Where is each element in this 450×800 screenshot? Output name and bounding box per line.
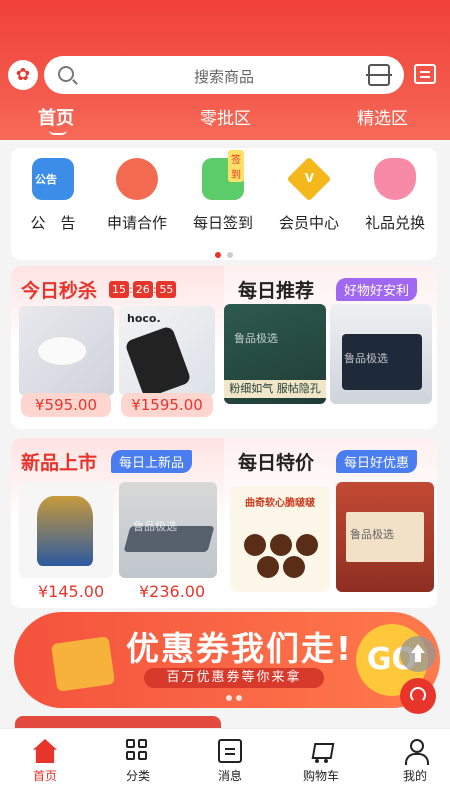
timer-minutes: 26 [132,281,153,298]
shortcut-card: 公告 公 告 申请合作 签到 每日签到 V 会员中心 礼品兑换 [11,148,437,260]
notice-icon: 公告 [32,158,74,200]
search-input[interactable]: 搜索商品 [44,66,404,87]
product-tableware-image[interactable] [19,306,114,396]
promo-block-flash: 今日秒杀 15:26:55 hoco. ¥595.00 ¥1595.00 每日推… [11,266,437,429]
scan-icon[interactable] [366,64,392,86]
customer-service-icon[interactable] [400,678,436,714]
shortcut-label: 公 告 [30,214,76,232]
shortcut-checkin[interactable]: 签到 每日签到 [181,150,265,233]
cart-icon [309,739,333,763]
product-watermark: 鲁品极选 [344,352,388,365]
product-artset-image[interactable]: 鲁品极选 [336,482,434,592]
product-price: ¥595.00 [21,393,111,417]
flash-sale-section[interactable]: 今日秒杀 15:26:55 hoco. ¥595.00 ¥1595.00 [11,266,224,429]
shortcut-label: 申请合作 [106,214,167,232]
shortcut-vip[interactable]: V 会员中心 [267,156,351,233]
tabbar-home[interactable]: 首页 [10,739,80,784]
shortcut-gift[interactable]: 礼品兑换 [353,158,437,233]
category-icon [126,739,150,763]
product-price: ¥145.00 [38,582,105,601]
shortcut-partner[interactable]: 申请合作 [95,158,179,233]
shortcut-notice[interactable]: 公告 公 告 [11,158,95,233]
gift-bag-icon [50,636,116,692]
tabbar-label: 首页 [32,769,57,783]
product-earphones-image[interactable]: hoco. [119,306,215,396]
product-bag-image[interactable]: 鲁品极选 [330,304,432,404]
daily-recommend-title: 每日推荐 [238,280,315,302]
daily-recommend-section[interactable]: 每日推荐 好物好安利 鲁品极选 粉细如气 服帖隐孔 鲁品极选 [224,266,437,429]
promo-block-new: 新品上市 每日上新品 鲁品极选 ¥145.00 ¥236.00 每日特价 每日好… [11,438,437,608]
coupon-title: 优惠券我们走! [126,629,354,668]
checkin-icon: 签到 [202,150,244,200]
product-giftbox-image[interactable]: 鲁品极选 粉细如气 服帖隐孔 [224,304,326,404]
vip-badge: V [304,170,315,185]
daily-special-title: 每日特价 [238,452,315,474]
back-to-top-icon[interactable] [400,636,436,672]
timer-seconds: 55 [156,281,177,298]
countdown-timer: 15:26:55 [109,278,177,298]
chat-icon[interactable] [414,64,436,84]
product-bed-image[interactable]: 鲁品极选 [119,482,217,578]
checkin-badge: 签到 [228,150,244,182]
new-arrivals-title: 新品上市 [21,452,98,474]
shortcut-label: 礼品兑换 [364,214,425,232]
flash-sale-title: 今日秒杀 [21,280,98,302]
new-arrivals-tag: 每日上新品 [111,450,193,473]
tabbar-label: 购物车 [302,769,339,783]
new-arrivals-section[interactable]: 新品上市 每日上新品 鲁品极选 ¥145.00 ¥236.00 [11,438,224,608]
daily-special-section[interactable]: 每日特价 每日好优惠 曲奇软心脆啵啵 鲁品极选 [224,438,437,608]
product-price: ¥236.00 [139,582,206,601]
product-caption: 曲奇软心脆啵啵 [245,498,315,509]
partner-icon [116,158,158,200]
pager-dot [236,695,242,701]
app-logo[interactable]: ✿ [8,60,38,90]
gift-exchange-icon [374,158,416,200]
home-icon [33,739,57,763]
tabbar-label: 分类 [125,769,150,783]
shortcut-pager [11,243,437,262]
banner-pager [224,686,244,705]
header: ✿ 搜索商品 首页 零批区 精选区 [0,0,450,140]
coupon-subtitle: 百万优惠券等你来拿 [144,668,324,688]
tabbar-category[interactable]: 分类 [103,739,173,784]
pager-dot [226,695,232,701]
search-bar[interactable]: 搜索商品 [44,56,404,94]
pager-dot-active [215,252,221,258]
pager-dot [227,252,233,258]
tabbar-label: 消息 [217,769,242,783]
tab-selected[interactable]: 精选区 [357,104,408,129]
tabbar-profile[interactable]: 我的 [380,739,450,784]
profile-icon [403,739,429,765]
bottom-tabbar: 首页 分类 消息 购物车 我的 [0,728,450,800]
tabbar-message[interactable]: 消息 [195,739,265,784]
recommend-tag: 好物好安利 [336,278,418,301]
vip-icon: V [286,156,332,202]
message-icon [218,739,242,763]
timer-hours: 15 [109,281,129,298]
tab-home[interactable]: 首页 [38,104,74,130]
tab-wholesale[interactable]: 零批区 [200,104,251,129]
product-chocolate-image[interactable]: 曲奇软心脆啵啵 [230,486,330,592]
shortcut-label: 每日签到 [192,214,253,232]
product-hotpot-image[interactable] [19,482,113,578]
tabbar-label: 我的 [402,769,427,783]
tab-indicator [49,130,67,135]
tabbar-cart[interactable]: 购物车 [286,739,356,784]
notice-badge: 公告 [35,173,57,186]
daily-special-tag: 每日好优惠 [336,450,418,473]
shortcut-label: 会员中心 [278,214,339,232]
product-price: ¥1595.00 [121,393,213,417]
product-caption: 粉细如气 服帖隐孔 [224,380,326,398]
product-watermark: 鲁品极选 [133,520,177,533]
product-watermark: 鲁品极选 [234,332,278,345]
product-watermark: 鲁品极选 [350,528,394,541]
